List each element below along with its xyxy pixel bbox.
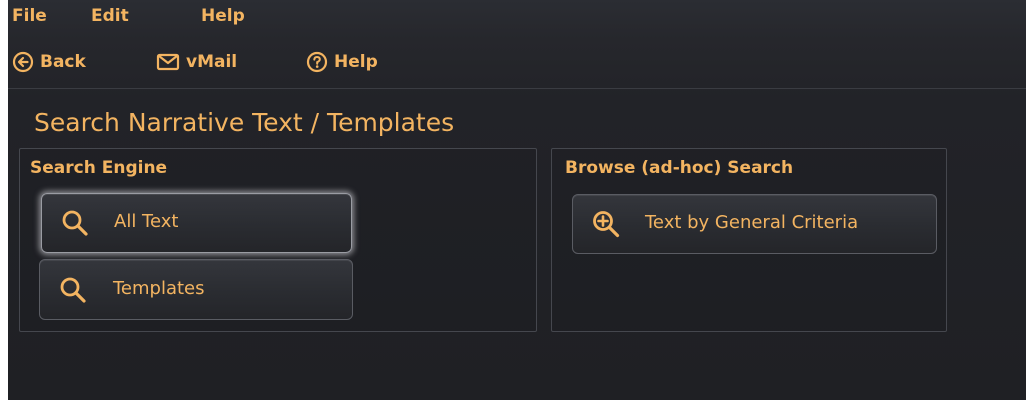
back-button[interactable]: Back xyxy=(12,48,86,76)
browse-search-title: Browse (ad-hoc) Search xyxy=(565,158,794,178)
search-icon xyxy=(60,277,86,303)
zoom-in-icon xyxy=(593,211,620,238)
all-text-label: All Text xyxy=(114,211,179,232)
envelope-icon xyxy=(156,53,180,71)
menu-help[interactable]: Help xyxy=(201,6,245,26)
menu-file[interactable]: File xyxy=(12,6,47,26)
all-text-button[interactable]: All Text xyxy=(41,193,352,253)
search-engine-panel: Search Engine All Text Templates xyxy=(19,148,537,332)
app-window: File Edit Help Back vMail Help Search Na… xyxy=(8,0,1026,400)
back-arrow-icon xyxy=(12,51,34,73)
vmail-label: vMail xyxy=(186,52,238,72)
vmail-button[interactable]: vMail xyxy=(156,48,237,76)
help-circle-icon xyxy=(306,51,328,73)
search-engine-title: Search Engine xyxy=(30,158,168,178)
page-title: Search Narrative Text / Templates xyxy=(34,108,455,137)
search-icon xyxy=(62,210,88,236)
templates-button[interactable]: Templates xyxy=(39,259,353,320)
help-label: Help xyxy=(334,52,378,72)
text-by-general-criteria-label: Text by General Criteria xyxy=(645,212,859,233)
text-by-general-criteria-button[interactable]: Text by General Criteria xyxy=(572,194,937,254)
browse-search-panel: Browse (ad-hoc) Search Text by General C… xyxy=(551,148,947,332)
toolbar: Back vMail Help xyxy=(8,40,1026,84)
menu-bar: File Edit Help xyxy=(8,0,1026,36)
help-button[interactable]: Help xyxy=(306,48,378,76)
menu-edit[interactable]: Edit xyxy=(91,6,129,26)
templates-label: Templates xyxy=(113,278,205,299)
toolbar-divider xyxy=(8,88,1026,89)
back-label: Back xyxy=(40,52,86,72)
